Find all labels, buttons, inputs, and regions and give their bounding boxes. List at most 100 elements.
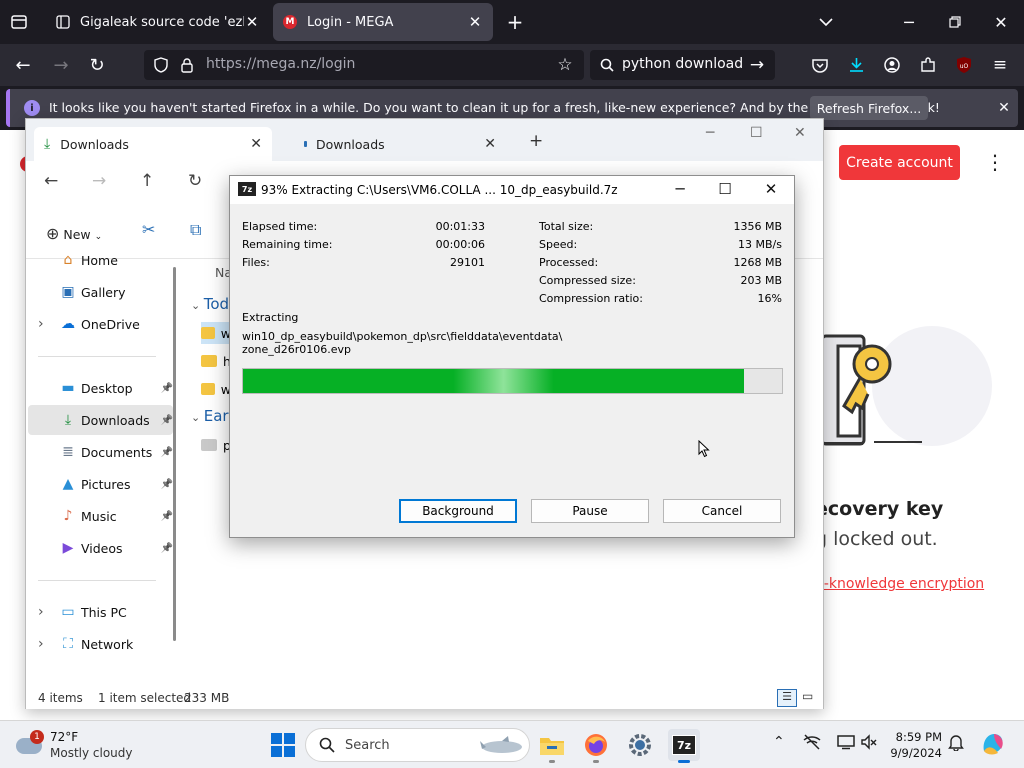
chevron-right-icon[interactable]: ›: [38, 636, 44, 652]
ublock-icon[interactable]: uO: [954, 55, 974, 75]
firefox-taskbar-icon[interactable]: [580, 729, 612, 763]
clock-date: 9/9/2024: [890, 746, 942, 760]
tab-list-icon[interactable]: [8, 12, 30, 32]
close-tab-icon[interactable]: ✕: [244, 13, 260, 31]
more-options-icon[interactable]: ⋮: [985, 150, 1005, 174]
maximize-icon[interactable]: ☐: [750, 125, 763, 141]
sidebar-item-this-pc[interactable]: › ▭ This PC: [28, 597, 173, 627]
network-off-icon[interactable]: [803, 734, 821, 754]
forward-icon[interactable]: →: [50, 54, 72, 76]
file-row[interactable]: w: [201, 322, 231, 344]
close-window-icon[interactable]: ✕: [990, 10, 1012, 34]
zip-file-icon: [201, 327, 215, 339]
chevron-right-icon[interactable]: ›: [38, 316, 44, 332]
minimize-icon[interactable]: ─: [706, 125, 714, 141]
group-header-today[interactable]: ⌄ Tod: [191, 295, 229, 313]
mega-icon: M: [283, 15, 297, 29]
pause-button[interactable]: Pause: [531, 499, 649, 523]
sidebar-item-desktop[interactable]: ▬ Desktop 📌: [28, 373, 173, 403]
notifications-bell-icon[interactable]: [948, 734, 964, 755]
windows-start-icon[interactable]: [271, 733, 295, 757]
browser-tab-gigaleak[interactable]: Gigaleak source code 'ezbuild ✕: [46, 3, 270, 41]
up-icon[interactable]: ↑: [140, 171, 154, 191]
close-tab-icon[interactable]: ✕: [250, 136, 262, 152]
settings-taskbar-icon[interactable]: [624, 729, 656, 761]
create-account-button[interactable]: Create account: [839, 145, 960, 180]
cancel-button[interactable]: Cancel: [663, 499, 781, 523]
back-icon[interactable]: ←: [44, 171, 58, 191]
pocket-icon[interactable]: [810, 54, 830, 76]
copilot-icon[interactable]: [980, 731, 1006, 761]
new-label: New: [63, 227, 91, 242]
remaining-time-value: 00:00:06: [435, 238, 485, 251]
minimize-icon[interactable]: ─: [898, 10, 920, 34]
close-tab-icon[interactable]: ✕: [467, 13, 483, 31]
chevron-right-icon[interactable]: ›: [38, 604, 44, 620]
list-all-tabs-icon[interactable]: [815, 10, 837, 34]
file-row[interactable]: w: [201, 378, 231, 400]
taskbar-search-box[interactable]: Search: [305, 728, 530, 762]
downloads-icon[interactable]: [846, 54, 866, 76]
explorer-tab-downloads[interactable]: ⤓ Downloads ✕: [34, 127, 272, 161]
system-clock[interactable]: 8:59 PM 9/9/2024: [866, 729, 942, 761]
sidebar-item-music[interactable]: ♪ Music 📌: [28, 501, 173, 531]
close-notification-icon[interactable]: ✕: [994, 98, 1014, 118]
close-tab-icon[interactable]: ✕: [484, 136, 496, 152]
refresh-icon[interactable]: ↻: [188, 171, 202, 191]
sidebar-item-network[interactable]: › ⛶ Network: [28, 629, 173, 659]
explorer-tab-downloads-2[interactable]: Downloads ✕: [284, 127, 506, 161]
sidebar-item-gallery[interactable]: ▣ Gallery: [28, 277, 173, 307]
selection-count: 1 item selected: [98, 691, 192, 705]
dialog-title-bar[interactable]: 7z 93% Extracting C:\Users\VM6.COLLA ...…: [230, 176, 794, 204]
shield-icon[interactable]: [152, 56, 170, 74]
search-go-icon[interactable]: →: [746, 55, 768, 75]
details-view-icon[interactable]: ☰: [777, 689, 797, 707]
restore-icon[interactable]: [944, 10, 966, 34]
compression-ratio-value: 16%: [757, 292, 782, 305]
search-highlight-icon: [478, 735, 524, 760]
reload-icon[interactable]: ↻: [86, 54, 108, 76]
zero-knowledge-link[interactable]: o-knowledge encryption: [815, 576, 984, 592]
7zip-taskbar-icon[interactable]: 7z: [668, 729, 700, 763]
refresh-firefox-button[interactable]: Refresh Firefox...: [810, 96, 928, 120]
sidebar-item-home[interactable]: ⌂ Home: [28, 245, 173, 275]
forward-icon[interactable]: →: [92, 171, 106, 191]
background-button[interactable]: Background: [399, 499, 517, 523]
show-hidden-icons-icon[interactable]: ⌃: [773, 734, 785, 750]
cut-icon[interactable]: ✂: [142, 220, 155, 239]
copy-icon[interactable]: ⧉: [190, 220, 201, 240]
search-bar[interactable]: python download →: [590, 50, 775, 80]
display-icon[interactable]: [837, 734, 855, 754]
new-tab-icon[interactable]: +: [529, 131, 543, 151]
file-row[interactable]: p: [201, 434, 231, 456]
group-header-earlier[interactable]: ⌄ Earl: [191, 407, 233, 425]
bookmark-star-icon[interactable]: ☆: [554, 55, 576, 75]
account-icon[interactable]: [882, 54, 902, 76]
close-icon[interactable]: ✕: [761, 180, 781, 198]
dialog-title: 93% Extracting C:\Users\VM6.COLLA ... 10…: [261, 183, 618, 197]
explorer-tab-bar: ⤓ Downloads ✕ Downloads ✕ + ─ ☐ ✕: [26, 119, 823, 161]
sidebar-item-documents[interactable]: ≣ Documents 📌: [28, 437, 173, 467]
weather-widget[interactable]: 1 72°F Mostly cloudy: [16, 728, 136, 764]
sidebar-item-videos[interactable]: ▶ Videos 📌: [28, 533, 173, 563]
file-explorer-taskbar-icon[interactable]: [536, 729, 568, 763]
path-line-1: win10_dp_easybuild\pokemon_dp\src\fieldd…: [242, 330, 563, 343]
lock-icon[interactable]: [178, 56, 196, 74]
sidebar-item-downloads[interactable]: ⤓ Downloads 📌: [28, 405, 173, 435]
menu-icon[interactable]: ≡: [990, 54, 1010, 76]
sidebar-item-onedrive[interactable]: › ☁ OneDrive: [28, 309, 173, 339]
search-icon: [598, 56, 616, 74]
extensions-icon[interactable]: [918, 54, 938, 76]
maximize-icon[interactable]: ☐: [715, 180, 735, 198]
new-button[interactable]: ⊕ New ⌄: [46, 224, 102, 243]
sidebar-item-pictures[interactable]: ▲ Pictures 📌: [28, 469, 173, 499]
file-row[interactable]: h: [201, 350, 231, 372]
back-icon[interactable]: ←: [12, 54, 34, 76]
tiles-view-icon[interactable]: ▭: [802, 689, 813, 703]
browser-tab-mega-login[interactable]: M Login - MEGA ✕: [273, 3, 493, 41]
new-tab-icon[interactable]: +: [504, 10, 526, 34]
url-bar[interactable]: https://mega.nz/login ☆: [144, 50, 584, 80]
close-window-icon[interactable]: ✕: [794, 125, 806, 141]
minimize-icon[interactable]: ─: [670, 180, 690, 198]
nav-pane-scrollbar[interactable]: [173, 267, 176, 641]
